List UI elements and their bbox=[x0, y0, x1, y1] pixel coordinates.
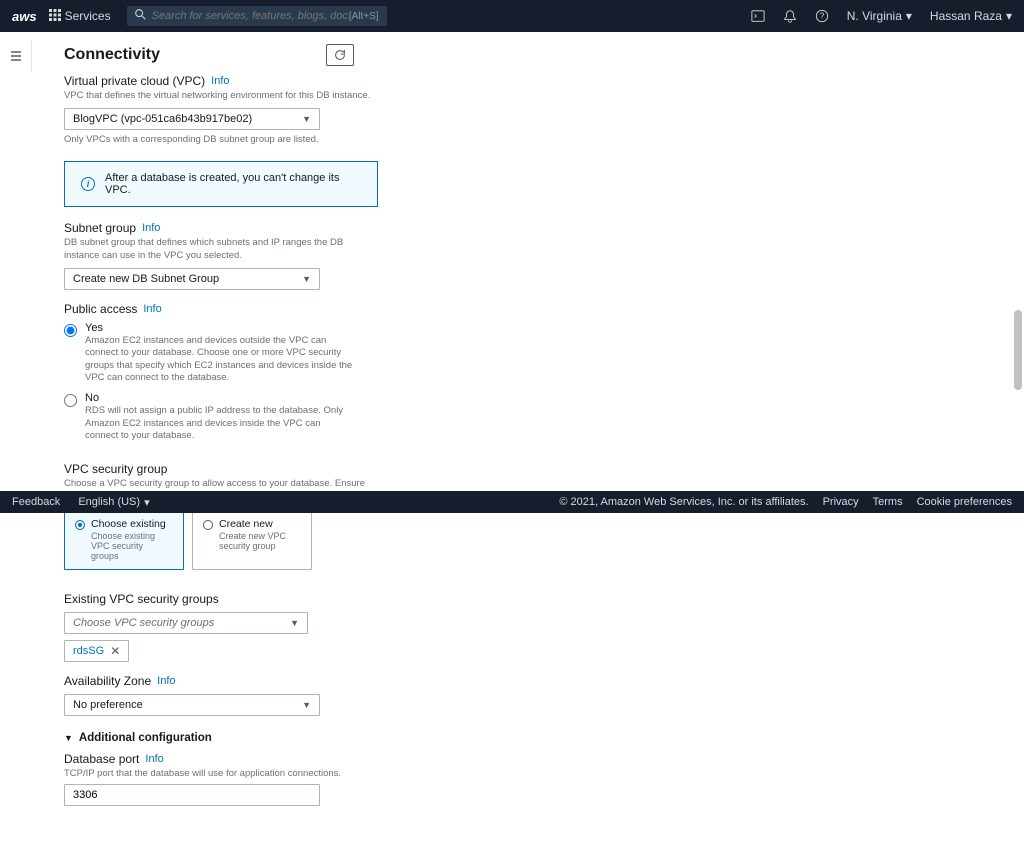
cloudshell-icon[interactable] bbox=[751, 9, 765, 23]
chevron-down-icon: ▼ bbox=[64, 733, 73, 743]
region-selector[interactable]: N. Virginia ▾ bbox=[847, 9, 912, 23]
radio-no[interactable] bbox=[64, 394, 77, 407]
nav-right: ? N. Virginia ▾ Hassan Raza ▾ bbox=[751, 9, 1012, 23]
vpc-desc: VPC that defines the virtual networking … bbox=[64, 90, 378, 102]
help-icon[interactable]: ? bbox=[815, 9, 829, 23]
services-button[interactable]: Services bbox=[49, 9, 111, 24]
footer-bar: Feedback English (US) ▾ © 2021, Amazon W… bbox=[0, 491, 1024, 513]
user-label: Hassan Raza bbox=[930, 9, 1002, 23]
tag-label: rdsSG bbox=[73, 645, 104, 657]
svg-text:?: ? bbox=[820, 12, 825, 21]
info-box-text: After a database is created, you can't c… bbox=[105, 172, 361, 196]
create-new-tile[interactable]: Create new Create new VPC security group bbox=[192, 509, 312, 570]
port-input[interactable] bbox=[64, 784, 320, 806]
nav-left: aws Services [Alt+S] bbox=[12, 6, 387, 26]
chevron-down-icon: ▾ bbox=[1006, 9, 1012, 23]
chevron-down-icon: ▼ bbox=[302, 700, 311, 710]
public-access-info-link[interactable]: Info bbox=[143, 303, 161, 315]
region-label: N. Virginia bbox=[847, 9, 902, 23]
public-access-label: Public access bbox=[64, 302, 137, 316]
grid-icon bbox=[49, 9, 61, 24]
port-label: Database port bbox=[64, 752, 139, 766]
az-info-link[interactable]: Info bbox=[157, 675, 175, 687]
choose-existing-tile[interactable]: Choose existing Choose existing VPC secu… bbox=[64, 509, 184, 570]
port-info-link[interactable]: Info bbox=[145, 753, 163, 765]
panel-title: Connectivity bbox=[64, 46, 160, 64]
global-search[interactable]: [Alt+S] bbox=[127, 6, 387, 26]
existing-sg-select[interactable]: Choose VPC security groups ▼ bbox=[64, 612, 308, 634]
tile-radio bbox=[203, 520, 213, 530]
az-label: Availability Zone bbox=[64, 674, 151, 688]
additional-label: Additional configuration bbox=[79, 732, 212, 744]
chevron-down-icon: ▼ bbox=[302, 274, 311, 284]
existing-sg-label: Existing VPC security groups bbox=[64, 592, 378, 606]
subnet-select-value: Create new DB Subnet Group bbox=[73, 273, 219, 285]
top-nav: aws Services [Alt+S] ? N. Virginia ▾ bbox=[0, 0, 1024, 32]
public-access-yes[interactable]: Yes Amazon EC2 instances and devices out… bbox=[64, 322, 354, 384]
security-group-tag: rdsSG ✕ bbox=[64, 640, 129, 662]
language-label: English (US) bbox=[78, 496, 140, 508]
feedback-link[interactable]: Feedback bbox=[12, 496, 60, 509]
existing-label: Choose existing bbox=[91, 518, 173, 530]
tile-radio-selected bbox=[75, 520, 85, 530]
sidebar-toggle[interactable] bbox=[0, 40, 32, 72]
scrollbar[interactable] bbox=[1014, 290, 1022, 490]
create-label: Create new bbox=[219, 518, 301, 530]
chevron-down-icon: ▼ bbox=[302, 114, 311, 124]
vpc-info-link[interactable]: Info bbox=[211, 75, 229, 87]
existing-desc: Choose existing VPC security groups bbox=[91, 531, 173, 561]
copyright: © 2021, Amazon Web Services, Inc. or its… bbox=[559, 496, 808, 508]
refresh-button[interactable] bbox=[326, 44, 354, 66]
chevron-down-icon: ▾ bbox=[144, 496, 150, 509]
chevron-down-icon: ▼ bbox=[290, 618, 299, 628]
no-label: No bbox=[85, 392, 354, 404]
search-input[interactable] bbox=[152, 10, 349, 22]
yes-desc: Amazon EC2 instances and devices outside… bbox=[85, 335, 354, 384]
subnet-info-link[interactable]: Info bbox=[142, 222, 160, 234]
cookies-link[interactable]: Cookie preferences bbox=[917, 496, 1012, 508]
language-selector[interactable]: English (US) ▾ bbox=[78, 496, 149, 509]
vpc-select-value: BlogVPC (vpc-051ca6b43b917be02) bbox=[73, 113, 252, 125]
existing-sg-placeholder: Choose VPC security groups bbox=[73, 617, 214, 629]
no-desc: RDS will not assign a public IP address … bbox=[85, 405, 354, 442]
info-icon: i bbox=[81, 177, 95, 191]
services-label: Services bbox=[65, 9, 111, 23]
additional-config-expander[interactable]: ▼ Additional configuration bbox=[64, 728, 378, 752]
az-select[interactable]: No preference ▼ bbox=[64, 694, 320, 716]
security-group-label: VPC security group bbox=[64, 462, 378, 476]
yes-label: Yes bbox=[85, 322, 354, 334]
az-value: No preference bbox=[73, 699, 143, 711]
port-desc: TCP/IP port that the database will use f… bbox=[64, 768, 378, 780]
create-desc: Create new VPC security group bbox=[219, 531, 301, 551]
menu-icon bbox=[10, 50, 22, 62]
vpc-label: Virtual private cloud (VPC) bbox=[64, 74, 205, 88]
aws-logo[interactable]: aws bbox=[12, 9, 37, 24]
connectivity-panel: Connectivity Virtual private cloud (VPC)… bbox=[64, 32, 402, 858]
privacy-link[interactable]: Privacy bbox=[823, 496, 859, 508]
user-menu[interactable]: Hassan Raza ▾ bbox=[930, 9, 1012, 23]
subnet-label: Subnet group bbox=[64, 221, 136, 235]
vpc-help: Only VPCs with a corresponding DB subnet… bbox=[64, 134, 378, 145]
subnet-desc: DB subnet group that defines which subne… bbox=[64, 237, 378, 262]
radio-yes[interactable] bbox=[64, 324, 77, 337]
tag-remove-button[interactable]: ✕ bbox=[110, 644, 120, 658]
notifications-icon[interactable] bbox=[783, 9, 797, 23]
subnet-select[interactable]: Create new DB Subnet Group ▼ bbox=[64, 268, 320, 290]
terms-link[interactable]: Terms bbox=[873, 496, 903, 508]
vpc-select[interactable]: BlogVPC (vpc-051ca6b43b917be02) ▼ bbox=[64, 108, 320, 130]
public-access-no[interactable]: No RDS will not assign a public IP addre… bbox=[64, 392, 354, 442]
scrollbar-thumb[interactable] bbox=[1014, 310, 1022, 390]
search-icon bbox=[135, 9, 146, 23]
vpc-info-box: i After a database is created, you can't… bbox=[64, 161, 378, 207]
chevron-down-icon: ▾ bbox=[906, 9, 912, 23]
refresh-icon bbox=[333, 48, 347, 62]
search-shortcut: [Alt+S] bbox=[349, 11, 379, 22]
